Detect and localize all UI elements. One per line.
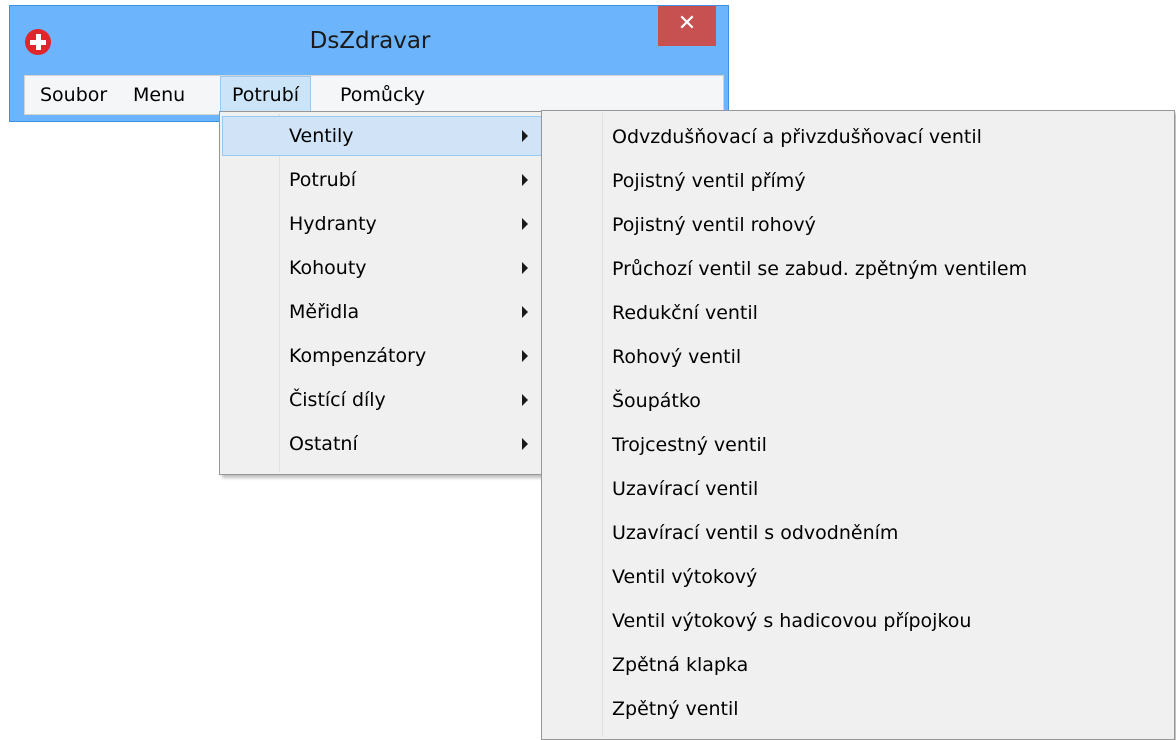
submenu-arrow-icon <box>522 350 528 362</box>
menu-menu[interactable]: Menu <box>122 76 196 114</box>
menu-item-label: Ventily <box>289 125 354 147</box>
menu-item-label: Ostatní <box>289 433 358 455</box>
ventily-submenu: Odvzdušňovací a přivzdušňovací ventil Po… <box>541 110 1175 740</box>
submenu-item-label: Uzavírací ventil s odvodněním <box>612 522 899 544</box>
submenu-arrow-icon <box>522 174 528 186</box>
menubar: Soubor Menu Potrubí Pomůcky <box>24 75 724 115</box>
submenu-arrow-icon <box>522 262 528 274</box>
submenu-arrow-icon <box>522 394 528 406</box>
menu-item-label: Měřidla <box>289 301 360 323</box>
menu-item-label: Kohouty <box>289 257 367 279</box>
menu-item-ostatni[interactable]: Ostatní <box>222 424 542 464</box>
submenu-arrow-icon <box>522 438 528 450</box>
close-icon: ✕ <box>677 11 697 36</box>
app-window: DsZdravar ✕ Soubor Menu Potrubí Pomůcky <box>9 5 729 122</box>
close-button[interactable]: ✕ <box>658 6 716 46</box>
submenu-item-label: Ventil výtokový <box>612 566 758 588</box>
menu-item-cistici-dily[interactable]: Čistící díly <box>222 380 542 420</box>
submenu-arrow-icon <box>522 218 528 230</box>
menu-item-kompenzatory[interactable]: Kompenzátory <box>222 336 542 376</box>
menu-soubor[interactable]: Soubor <box>29 76 118 114</box>
menu-item-label: Kompenzátory <box>289 345 427 367</box>
submenu-item-label: Pojistný ventil rohový <box>612 214 816 236</box>
submenu-item-label: Ventil výtokový s hadicovou přípojkou <box>612 610 972 632</box>
submenu-arrow-icon <box>522 306 528 318</box>
submenu-item-label: Redukční ventil <box>612 302 758 324</box>
menu-item-label: Čistící díly <box>289 389 386 411</box>
menu-potrubi[interactable]: Potrubí <box>220 76 312 114</box>
menu-item-hydranty[interactable]: Hydranty <box>222 204 542 244</box>
submenu-item-label: Trojcestný ventil <box>612 434 767 456</box>
window-title: DsZdravar <box>309 28 431 54</box>
menu-item-kohouty[interactable]: Kohouty <box>222 248 542 288</box>
menu-item-meridla[interactable]: Měřidla <box>222 292 542 332</box>
submenu-arrow-icon <box>522 130 528 142</box>
submenu-item-label: Zpětný ventil <box>612 698 739 720</box>
submenu-item-label: Odvzdušňovací a přivzdušňovací ventil <box>612 126 982 148</box>
submenu-item-label: Šoupátko <box>612 390 701 412</box>
menu-pomucky[interactable]: Pomůcky <box>329 76 436 114</box>
submenu-item-label: Zpětná klapka <box>612 654 749 676</box>
submenu-item-label: Pojistný ventil přímý <box>612 170 806 192</box>
menu-item-label: Hydranty <box>289 213 377 235</box>
menu-item-label: Potrubí <box>289 169 357 191</box>
submenu-item-label: Uzavírací ventil <box>612 478 759 500</box>
menu-item-potrubi[interactable]: Potrubí <box>222 160 542 200</box>
potrubi-dropdown: Ventily Potrubí Hydranty Kohouty Měřidla… <box>219 111 545 475</box>
menu-item-ventily[interactable]: Ventily <box>222 116 542 156</box>
submenu-item-label: Rohový ventil <box>612 346 742 368</box>
submenu-item-label: Průchozí ventil se zabud. zpětným ventil… <box>612 258 1028 280</box>
